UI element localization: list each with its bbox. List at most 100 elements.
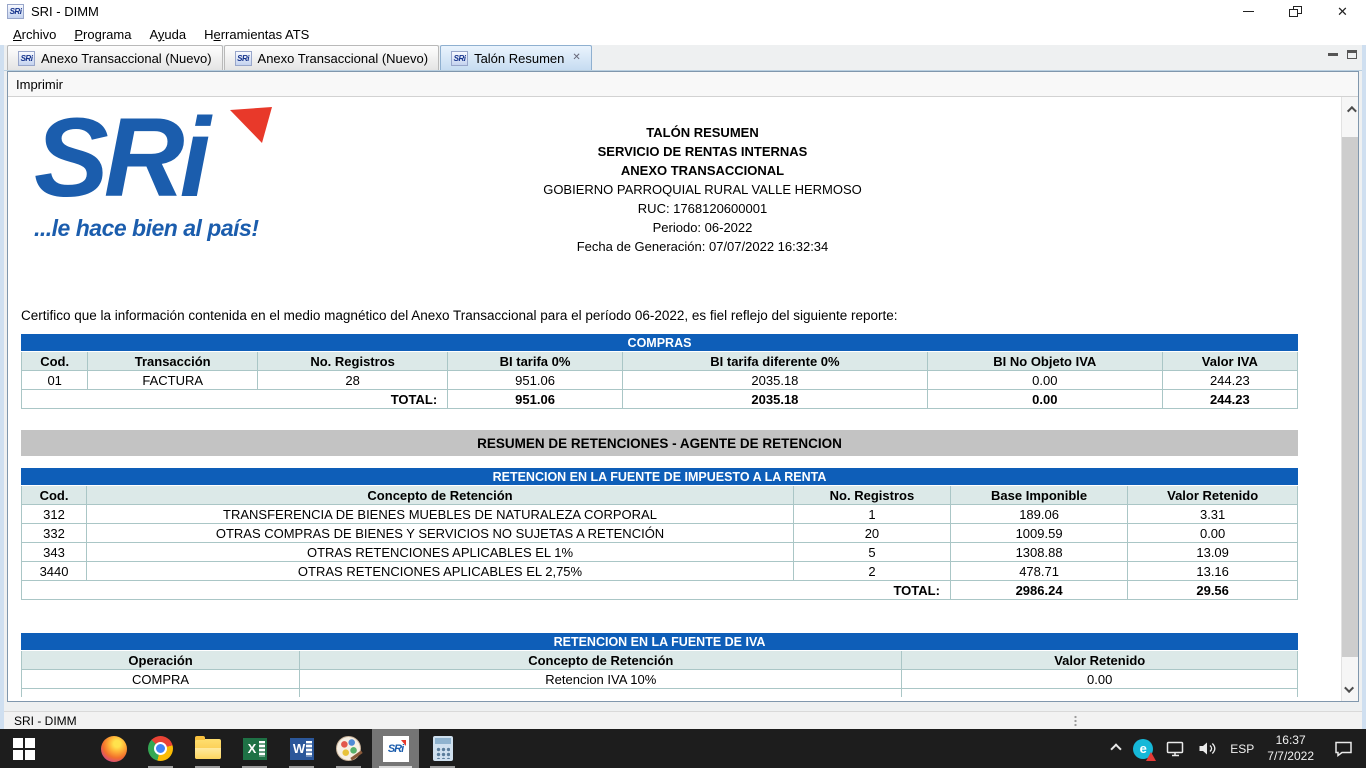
cell: 13.16	[1128, 562, 1298, 581]
cell: COMPRA	[22, 670, 300, 689]
sri-tab-icon: SRi	[235, 51, 252, 66]
total-value: 2035.18	[622, 390, 927, 409]
cell: 1009.59	[950, 524, 1127, 543]
tray-alert-app-icon[interactable]: e	[1133, 739, 1153, 759]
taskbar-explorer[interactable]	[184, 729, 231, 768]
table-title: RETENCION EN LA FUENTE DE IMPUESTO A LA …	[22, 469, 1298, 486]
sri-tab-icon: SRi	[18, 51, 35, 66]
clock-time: 16:37	[1267, 733, 1314, 749]
minimize-view-icon[interactable]	[1328, 53, 1338, 56]
taskbar-start[interactable]	[0, 729, 47, 768]
language-indicator[interactable]: ESP	[1230, 742, 1254, 756]
statusbar: SRI - DIMM	[4, 711, 1362, 729]
total-row: TOTAL:951.062035.180.00244.23	[22, 390, 1298, 409]
taskbar-excel[interactable]: X	[231, 729, 278, 768]
column-header: BI tarifa 0%	[448, 352, 623, 371]
tab-label: Talón Resumen	[474, 51, 564, 66]
titlebar: SRi SRI - DIMM ✕	[0, 0, 1366, 23]
column-header: Cod.	[22, 486, 87, 505]
taskbar-paint[interactable]	[325, 729, 372, 768]
report-header-line: ANEXO TRANSACCIONAL	[64, 161, 1341, 180]
report-header-line: Periodo: 06-2022	[64, 218, 1341, 237]
tabbar: SRiAnexo Transaccional (Nuevo)SRiAnexo T…	[4, 45, 1362, 71]
taskbar-firefox[interactable]	[90, 729, 137, 768]
taskbar-spacer	[47, 729, 90, 768]
total-value: 2986.24	[950, 581, 1127, 600]
cell: 0.00	[927, 371, 1162, 390]
cell: 1	[793, 505, 950, 524]
total-value: 29.56	[1128, 581, 1298, 600]
scrollbar-thumb[interactable]	[1342, 137, 1358, 657]
column-header: Concepto de Retención	[87, 486, 794, 505]
partial-row	[22, 689, 1298, 697]
app-icon: SRi	[7, 4, 24, 19]
menu-item-archivo[interactable]: Archivo	[4, 25, 65, 44]
column-header: Concepto de Retención	[300, 651, 902, 670]
taskbar: XW SRi e ESP 16:37 7/7/2022	[0, 729, 1366, 768]
taskbar-calculator[interactable]	[419, 729, 466, 768]
menu-item-ayuda[interactable]: Ayuda	[140, 25, 195, 44]
column-header: Valor IVA	[1162, 352, 1297, 371]
clock-date: 7/7/2022	[1267, 749, 1314, 765]
minimize-button[interactable]	[1225, 0, 1272, 23]
cell	[22, 689, 300, 697]
renta-table: RETENCION EN LA FUENTE DE IMPUESTO A LA …	[21, 468, 1298, 600]
network-icon[interactable]	[1166, 741, 1185, 757]
table-row: 343OTRAS RETENCIONES APLICABLES EL 1%513…	[22, 543, 1298, 562]
restore-button[interactable]	[1272, 0, 1319, 23]
retenciones-band: RESUMEN DE RETENCIONES - AGENTE DE RETEN…	[21, 430, 1298, 456]
vertical-scrollbar[interactable]	[1341, 97, 1358, 701]
cell: 0.00	[1128, 524, 1298, 543]
certification-text: Certifico que la información contenida e…	[21, 308, 898, 323]
document-area: SRi ...le hace bien al país! TALÓN RESUM…	[8, 97, 1358, 701]
scroll-down-icon[interactable]	[1342, 678, 1358, 700]
table-row: COMPRARetencion IVA 10%0.00	[22, 670, 1298, 689]
cell: 20	[793, 524, 950, 543]
column-header: Valor Retenido	[902, 651, 1298, 670]
compras-table: COMPRASCod.TransacciónNo. RegistrosBI ta…	[21, 334, 1298, 409]
cell: 332	[22, 524, 87, 543]
tab-tal-n-resumen-2[interactable]: SRiTalón Resumen✕	[440, 45, 592, 70]
taskbar-sri[interactable]: SRi	[372, 729, 419, 768]
iva-table: RETENCION EN LA FUENTE DE IVAOperaciónCo…	[21, 633, 1298, 697]
explorer-icon	[195, 739, 221, 759]
start-icon	[13, 738, 35, 760]
taskbar-chrome[interactable]	[137, 729, 184, 768]
calculator-icon	[433, 736, 453, 761]
maximize-view-icon[interactable]	[1347, 50, 1357, 59]
cell: 2035.18	[622, 371, 927, 390]
column-header: Operación	[22, 651, 300, 670]
scroll-up-icon[interactable]	[1342, 98, 1358, 120]
column-header: Cod.	[22, 352, 88, 371]
taskbar-word[interactable]: W	[278, 729, 325, 768]
close-button[interactable]: ✕	[1319, 0, 1366, 23]
tray-chevron-up-icon[interactable]	[1111, 743, 1122, 754]
report-header-lines: TALÓN RESUMENSERVICIO DE RENTAS INTERNAS…	[8, 123, 1341, 256]
column-header: No. Registros	[258, 352, 448, 371]
statusbar-grip[interactable]	[1074, 715, 1077, 727]
cell: 478.71	[950, 562, 1127, 581]
report-header-line: RUC: 1768120600001	[64, 199, 1341, 218]
cell: FACTURA	[88, 371, 258, 390]
clock[interactable]: 16:37 7/7/2022	[1267, 733, 1314, 764]
imprimir-button[interactable]: Imprimir	[16, 77, 63, 92]
table-row: 332OTRAS COMPRAS DE BIENES Y SERVICIOS N…	[22, 524, 1298, 543]
tab-anexo-transaccional-nuevo-1[interactable]: SRiAnexo Transaccional (Nuevo)	[224, 45, 440, 70]
tab-anexo-transaccional-nuevo-0[interactable]: SRiAnexo Transaccional (Nuevo)	[7, 45, 223, 70]
menu-item-programa[interactable]: Programa	[65, 25, 140, 44]
speaker-icon[interactable]	[1198, 741, 1217, 756]
cell: 5	[793, 543, 950, 562]
menubar: ArchivoProgramaAyudaHerramientas ATS	[0, 23, 1366, 45]
menu-item-herramientas-ats[interactable]: Herramientas ATS	[195, 25, 318, 44]
window-title: SRI - DIMM	[31, 4, 99, 19]
cell: OTRAS RETENCIONES APLICABLES EL 2,75%	[87, 562, 794, 581]
cell: 0.00	[902, 670, 1298, 689]
close-tab-icon[interactable]: ✕	[572, 53, 580, 63]
action-center-icon[interactable]	[1333, 740, 1354, 757]
cell	[902, 689, 1298, 697]
bottom-strip	[4, 702, 1362, 711]
report-header-line: SERVICIO DE RENTAS INTERNAS	[64, 142, 1341, 161]
report-header-line: GOBIERNO PARROQUIAL RURAL VALLE HERMOSO	[64, 180, 1341, 199]
column-header: BI tarifa diferente 0%	[622, 352, 927, 371]
cell: TRANSFERENCIA DE BIENES MUEBLES DE NATUR…	[87, 505, 794, 524]
